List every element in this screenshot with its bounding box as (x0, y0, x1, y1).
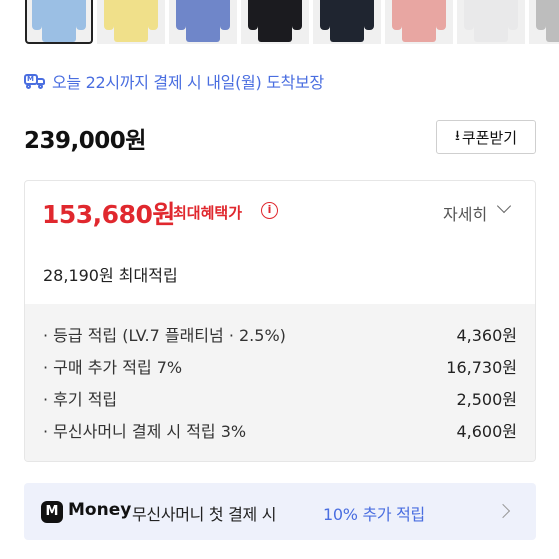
truck-icon: M (24, 72, 46, 90)
product-thumbnail-strip (0, 0, 559, 44)
chevron-down-icon[interactable] (496, 198, 512, 214)
thumbnail-5[interactable] (313, 0, 381, 44)
shirt-image (536, 0, 559, 42)
item-label: · 등급 적립 (LV.7 플래티넘 · 2.5%) (43, 326, 286, 345)
item-value: 2,500원 (456, 390, 517, 409)
money-logo-icon: M (41, 501, 63, 523)
shirt-image (104, 0, 158, 42)
chevron-right-icon (495, 503, 511, 519)
money-brand: Money (68, 500, 132, 520)
delivery-text: 오늘 22시까지 결제 시 내일(월) 도착보장 (52, 73, 324, 92)
thumbnail-6[interactable] (385, 0, 453, 44)
item-value: 16,730원 (446, 358, 517, 377)
coupon-button-label: 쿠폰받기 (461, 128, 518, 147)
shirt-image (32, 0, 86, 42)
item-value: 4,360원 (456, 326, 517, 345)
list-item: · 등급 적립 (LV.7 플래티넘 · 2.5%) 4,360원 (43, 322, 517, 348)
item-label: · 구매 추가 적립 7% (43, 358, 183, 377)
benefit-panel: 153,680원 최대혜택가 i 자세히 28,190원 최대적립 · 등급 적… (24, 180, 536, 462)
thumbnail-8[interactable] (529, 0, 559, 44)
item-label: · 후기 적립 (43, 390, 118, 409)
shirt-image (464, 0, 518, 42)
thumbnail-1[interactable] (25, 0, 93, 44)
max-accumulation: 28,190원 최대적립 (43, 266, 178, 285)
list-item: · 무신사머니 결제 시 적립 3% 4,600원 (43, 418, 517, 444)
thumbnail-3[interactable] (169, 0, 237, 44)
thumbnail-4[interactable] (241, 0, 309, 44)
info-icon[interactable]: i (261, 202, 278, 219)
detail-toggle-label[interactable]: 자세히 (443, 201, 487, 225)
thumbnail-2[interactable] (97, 0, 165, 44)
item-label: · 무신사머니 결제 시 적립 3% (43, 422, 247, 441)
shirt-image (392, 0, 446, 42)
max-benefit-price: 153,680원 (42, 200, 175, 229)
item-value: 4,600원 (456, 422, 517, 441)
download-icon: ⭳ (454, 128, 460, 144)
accumulation-breakdown: · 등급 적립 (LV.7 플래티넘 · 2.5%) 4,360원 · 구매 추… (25, 304, 535, 461)
list-item: · 후기 적립 2,500원 (43, 386, 517, 412)
money-promo-text: 무신사머니 첫 결제 시 (132, 505, 277, 524)
shirt-image (320, 0, 374, 42)
thumbnail-7[interactable] (457, 0, 525, 44)
delivery-guarantee: M 오늘 22시까지 결제 시 내일(월) 도착보장 (24, 69, 324, 93)
max-benefit-header[interactable]: 153,680원 최대혜택가 i 자세히 (25, 181, 535, 244)
accumulation-summary: 28,190원 최대적립 (25, 243, 535, 304)
coupon-download-button[interactable]: ⭳ 쿠폰받기 (436, 120, 536, 154)
shirt-image (176, 0, 230, 42)
money-promo-highlight: 10% 추가 적립 (323, 505, 425, 524)
list-item: · 구매 추가 적립 7% 16,730원 (43, 354, 517, 380)
max-benefit-label: 최대혜택가 (173, 204, 243, 222)
shirt-image (248, 0, 302, 42)
musinsa-money-banner[interactable]: M Money 무신사머니 첫 결제 시 10% 추가 적립 (24, 483, 536, 540)
original-price: 239,000원 (24, 128, 146, 154)
